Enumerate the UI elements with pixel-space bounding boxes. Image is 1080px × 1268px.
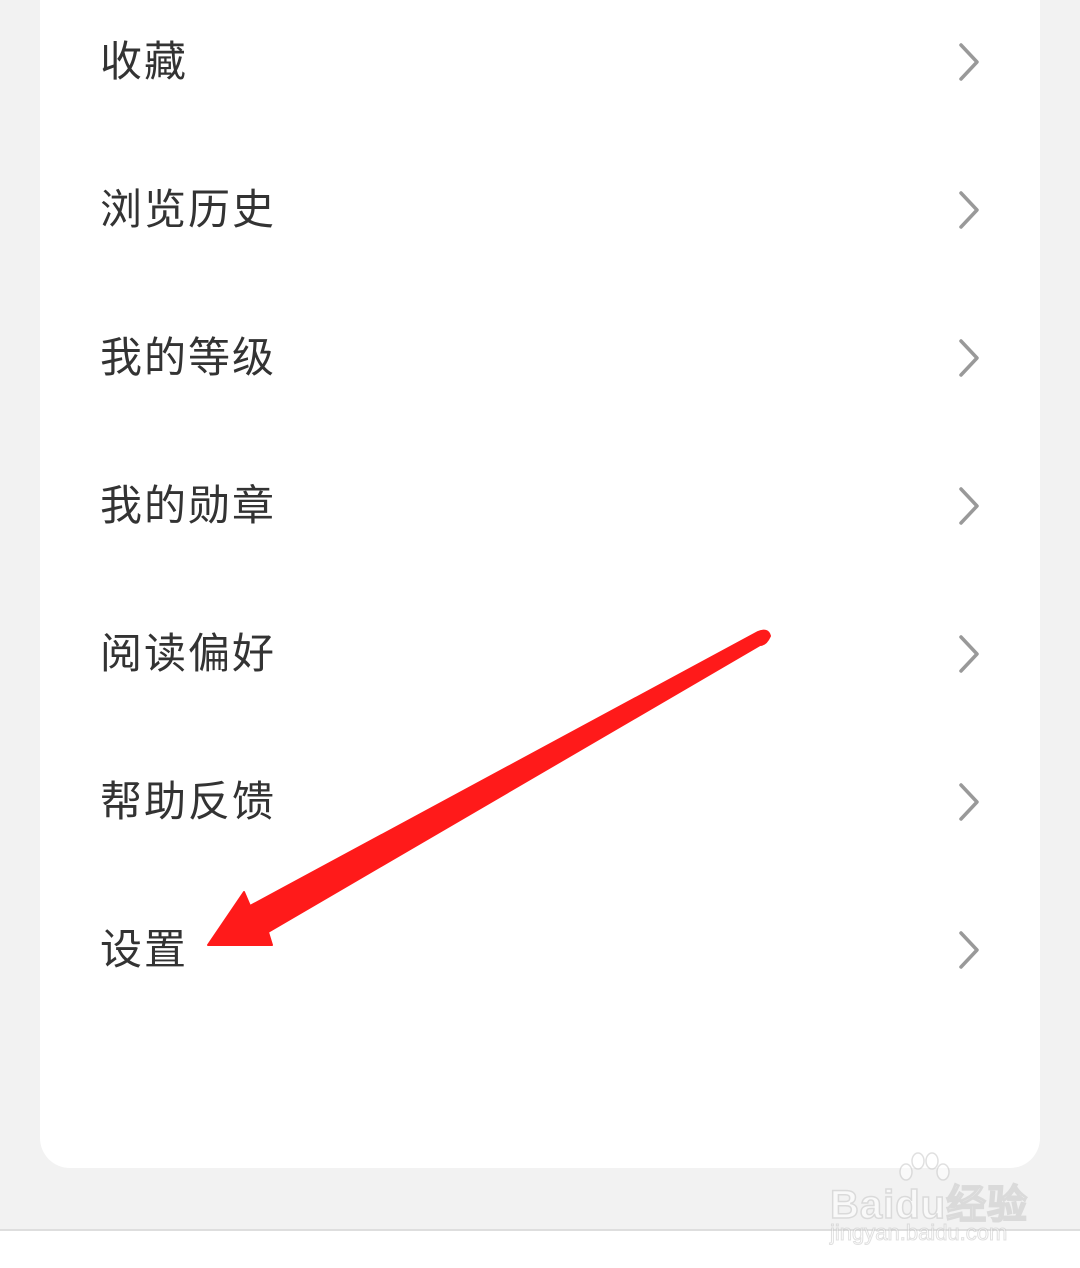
menu-item-label: 帮助反馈 [100, 777, 277, 826]
watermark-url: jingyan.baidu.com [829, 1220, 1008, 1246]
chevron-right-icon [959, 931, 979, 969]
chevron-right-icon [959, 191, 979, 229]
menu-item-label: 我的勋章 [100, 481, 277, 530]
chevron-right-icon [959, 635, 979, 673]
menu-item-label: 收藏 [100, 37, 189, 86]
menu-item-browsing-history[interactable]: 浏览历史 [40, 136, 1040, 284]
menu-item-settings[interactable]: 设置 [40, 876, 1040, 1024]
chevron-right-icon [959, 339, 979, 377]
baidu-jingyan-watermark: Baidu经验 jingyan.baidu.com [826, 1152, 1028, 1248]
menu-item-label: 浏览历史 [100, 185, 277, 234]
menu-item-label: 阅读偏好 [100, 629, 277, 678]
chevron-right-icon [959, 487, 979, 525]
menu-item-my-level[interactable]: 我的等级 [40, 284, 1040, 432]
menu-item-favorites[interactable]: 收藏 [40, 0, 1040, 136]
chevron-right-icon [959, 783, 979, 821]
menu-item-label: 设置 [100, 925, 189, 974]
menu-item-reading-preferences[interactable]: 阅读偏好 [40, 580, 1040, 728]
menu-item-label: 我的等级 [100, 333, 277, 382]
menu-item-my-badges[interactable]: 我的勋章 [40, 432, 1040, 580]
menu-item-help-feedback[interactable]: 帮助反馈 [40, 728, 1040, 876]
chevron-right-icon [959, 43, 979, 81]
